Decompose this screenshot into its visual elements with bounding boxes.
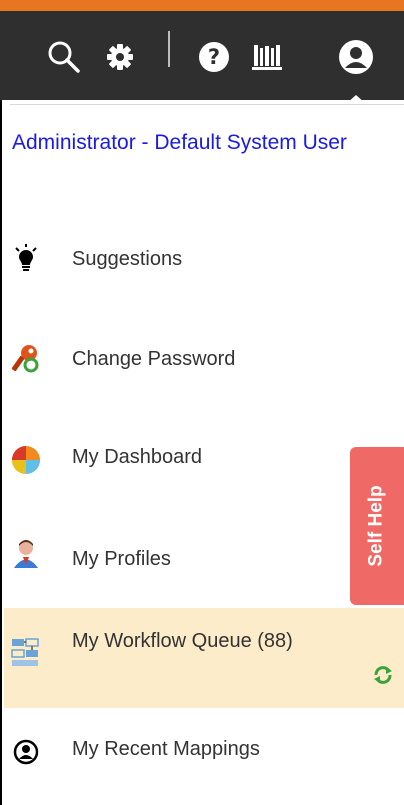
menu-item-my-dashboard[interactable]: My Dashboard	[4, 408, 404, 508]
menu-item-my-recent-mappings[interactable]: My Recent Mappings	[4, 708, 404, 805]
top-toolbar: ?	[0, 11, 404, 111]
menu-item-my-profiles[interactable]: My Profiles	[4, 508, 404, 608]
toolbar-divider	[168, 31, 170, 67]
top-accent-bar	[0, 0, 404, 11]
user-menu-panel: Administrator - Default System User Sugg…	[0, 100, 404, 805]
menu-item-label: My Profiles	[72, 548, 171, 570]
menu-item-my-workflow-queue[interactable]: My Workflow Queue (88)	[4, 608, 404, 708]
person-icon	[10, 538, 42, 570]
menu-item-label: Suggestions	[72, 248, 183, 270]
menu-item-label: Change Password	[72, 348, 236, 370]
menu-item-change-password[interactable]: Change Password	[4, 308, 404, 408]
menu-item-suggestions[interactable]: Suggestions	[4, 208, 404, 308]
menu-item-label: My Dashboard	[72, 446, 203, 468]
search-icon[interactable]	[44, 37, 84, 77]
self-help-tab[interactable]: Self Help	[350, 447, 404, 605]
help-icon[interactable]: ?	[194, 37, 234, 77]
refresh-icon[interactable]	[372, 664, 394, 686]
lightbulb-icon	[10, 242, 42, 274]
panel-separator	[10, 104, 404, 105]
user-name-link[interactable]: Administrator - Default System User	[12, 130, 392, 155]
key-icon	[10, 342, 42, 374]
self-help-label: Self Help	[366, 485, 387, 567]
pie-chart-icon	[10, 444, 42, 476]
workflow-icon	[10, 636, 42, 668]
user-account-icon[interactable]	[336, 37, 376, 77]
library-icon[interactable]	[247, 37, 287, 77]
menu-item-label: My Recent Mappings	[72, 738, 260, 760]
gear-icon[interactable]	[100, 37, 140, 77]
menu-item-label: My Workflow Queue (88)	[72, 630, 293, 652]
recent-mappings-icon	[10, 736, 42, 768]
svg-text:?: ?	[208, 45, 220, 69]
